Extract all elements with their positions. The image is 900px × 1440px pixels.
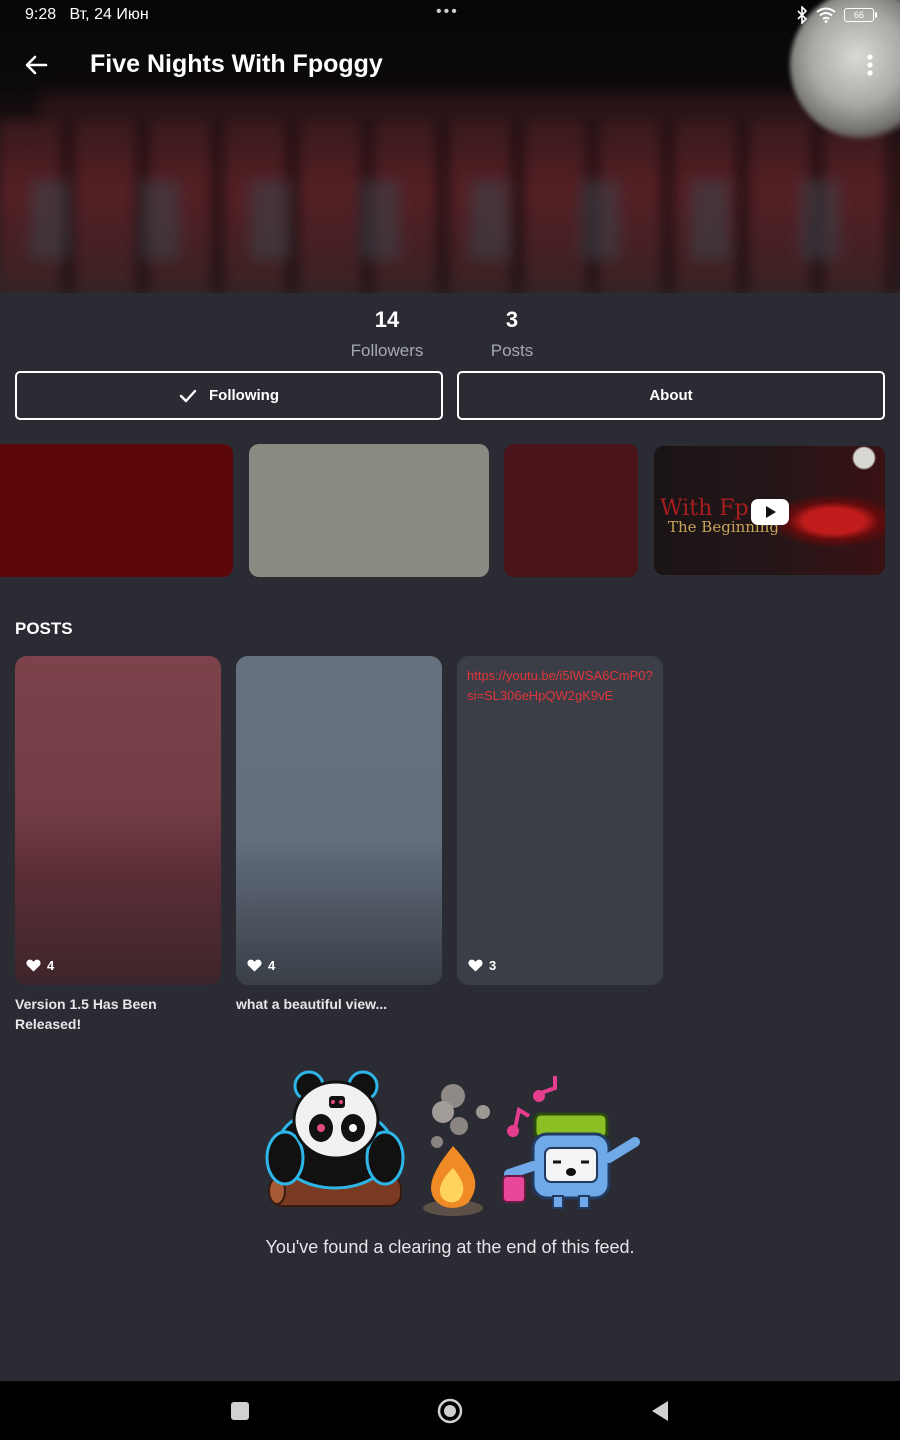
post-likes-count: 4: [47, 958, 55, 973]
about-button[interactable]: About: [457, 371, 885, 420]
kebab-menu-icon: [867, 54, 873, 76]
following-label: Following: [209, 387, 279, 404]
play-icon: [766, 506, 776, 518]
post-link[interactable]: https://youtu.be/i5lWSA6CmP0?si=SL306eHp…: [467, 666, 657, 706]
square-icon: [231, 1401, 249, 1420]
home-button[interactable]: [420, 1381, 480, 1440]
circle-home-icon: [437, 1398, 463, 1423]
gallery-tile-2[interactable]: [249, 444, 489, 577]
post-card[interactable]: https://youtu.be/i5lWSA6CmP0?si=SL306eHp…: [457, 656, 663, 985]
gallery-video-tile[interactable]: With Fp The Beginning: [654, 446, 885, 575]
bluetooth-icon: [797, 6, 808, 24]
status-time: 9:28 Вт, 24 Июн: [25, 6, 149, 24]
status-date: Вт, 24 Июн: [69, 6, 149, 23]
battery-icon: 66: [844, 8, 877, 22]
followers-label: Followers: [350, 341, 424, 360]
heart-icon: [26, 959, 41, 972]
cover-windows: [0, 180, 900, 260]
arrow-left-icon: [25, 55, 48, 75]
posts-section-title: POSTS: [15, 619, 73, 638]
post-card[interactable]: 4: [236, 656, 442, 985]
about-label: About: [649, 387, 693, 404]
following-button[interactable]: Following: [15, 371, 443, 420]
checkmark-icon: [179, 389, 197, 402]
triangle-back-icon: [652, 1400, 668, 1421]
system-back-button[interactable]: [630, 1381, 690, 1440]
end-of-feed-message: You've found a clearing at the end of th…: [265, 1237, 635, 1257]
back-button[interactable]: [20, 50, 52, 82]
end-of-feed-illustration: [265, 1070, 640, 1216]
post-card[interactable]: 4: [15, 656, 221, 985]
followers-count: 14: [374, 307, 400, 332]
wifi-icon: [816, 7, 836, 23]
status-bar: 9:28 Вт, 24 Июн ••• 66: [0, 0, 900, 32]
post-caption[interactable]: Version 1.5 Has Been Released!: [15, 994, 215, 1034]
recent-apps-button[interactable]: [210, 1381, 270, 1440]
post-likes-count: 3: [489, 958, 497, 973]
status-dots: •••: [436, 3, 459, 20]
status-icons: 66: [796, 6, 877, 24]
gallery-tile-1[interactable]: [0, 444, 233, 577]
heart-icon: [247, 959, 262, 972]
posts-count: 3: [505, 307, 519, 332]
post-likes: 4: [247, 958, 275, 973]
cover-image: [0, 0, 900, 293]
status-clock: 9:28: [25, 6, 57, 23]
system-navigation-bar: [0, 1381, 900, 1440]
battery-level: 66: [853, 10, 864, 20]
page-title: Five Nights With Fpoggy: [90, 50, 383, 78]
more-options-button[interactable]: [858, 52, 882, 80]
heart-icon: [468, 959, 483, 972]
play-button[interactable]: [751, 499, 789, 525]
posts-stat[interactable]: 3 Posts: [472, 307, 552, 361]
post-caption[interactable]: what a beautiful view...: [236, 994, 436, 1014]
post-likes: 3: [468, 958, 496, 973]
posts-label: Posts: [490, 341, 534, 360]
post-likes-count: 4: [268, 958, 276, 973]
gallery-tile-3[interactable]: [504, 444, 638, 577]
post-likes: 4: [26, 958, 54, 973]
followers-stat[interactable]: 14 Followers: [337, 307, 437, 361]
